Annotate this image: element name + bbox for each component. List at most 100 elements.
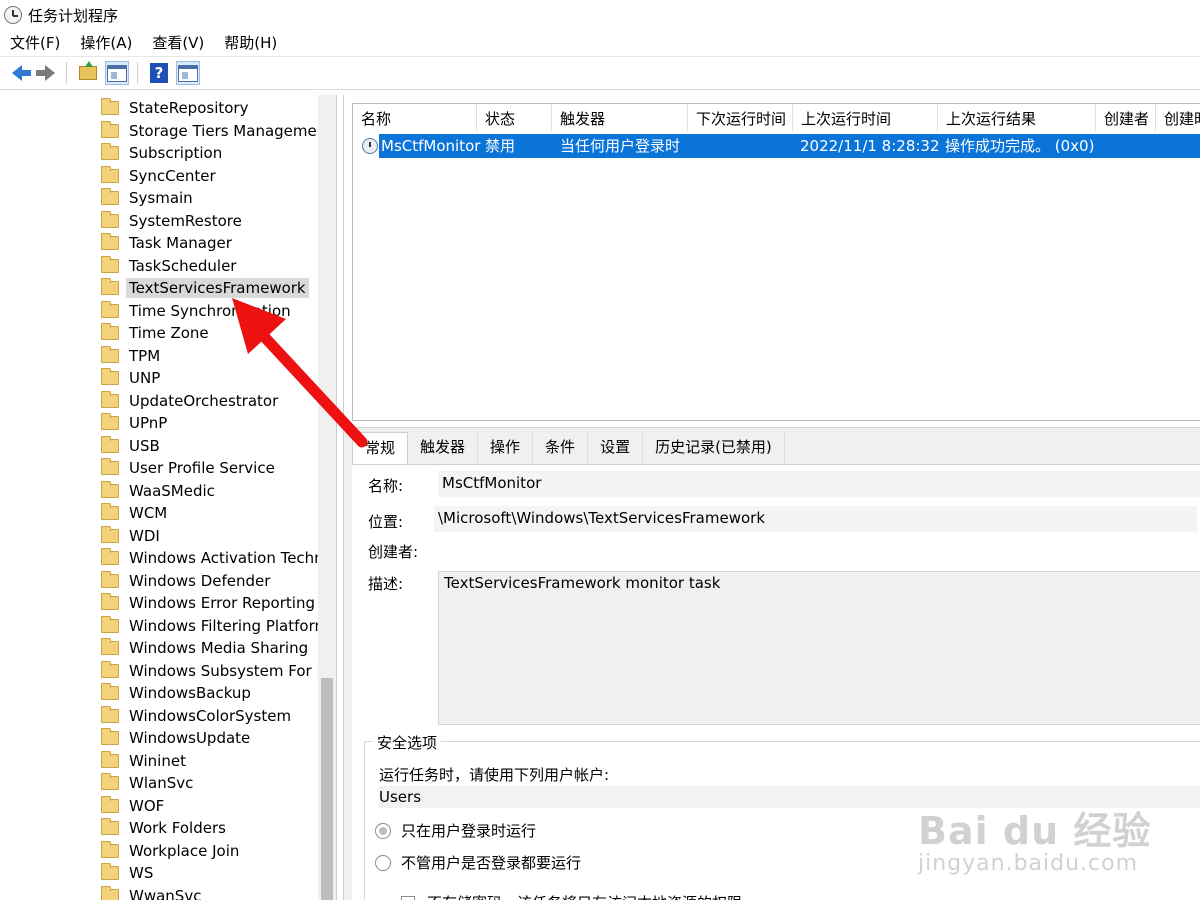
tree-item-folder[interactable]: Windows Subsystem For Linux xyxy=(98,660,318,682)
folder-icon xyxy=(101,593,119,610)
tree-item-folder[interactable]: Windows Defender xyxy=(98,570,273,592)
column-header-name[interactable]: 名称 xyxy=(353,104,477,132)
tab-triggers[interactable]: 触发器 xyxy=(408,432,479,464)
tree-item-label: Windows Media Sharing xyxy=(129,639,309,657)
radio-run-whether-logged-on[interactable]: 不管用户是否登录都要运行 xyxy=(375,852,581,873)
help-button[interactable]: ? xyxy=(147,61,171,85)
tab-settings[interactable]: 设置 xyxy=(588,432,644,464)
column-header-last-result[interactable]: 上次运行结果 xyxy=(938,104,1096,132)
tree-scrollbar-thumb[interactable] xyxy=(321,678,333,900)
tree-item-folder[interactable]: StateRepository xyxy=(98,97,251,119)
tree-item-folder[interactable]: UPnP xyxy=(98,412,170,434)
tree-item-folder[interactable]: Work Folders xyxy=(98,817,229,839)
column-header-status[interactable]: 状态 xyxy=(477,104,552,132)
author-field[interactable] xyxy=(438,536,1200,562)
tree-item-folder[interactable]: WindowsColorSystem xyxy=(98,705,294,727)
tree-item-folder[interactable]: Windows Activation Technologies xyxy=(98,547,318,569)
menu-help[interactable]: 帮助(H) xyxy=(214,30,287,57)
folder-icon xyxy=(101,660,119,678)
tree-item-folder[interactable]: USB xyxy=(98,435,163,457)
menu-action[interactable]: 操作(A) xyxy=(70,30,142,57)
tree-item-folder[interactable]: TextServicesFramework xyxy=(98,277,309,299)
tree-item-folder[interactable]: WindowsBackup xyxy=(98,682,254,704)
tab-actions[interactable]: 操作 xyxy=(478,432,534,464)
description-field[interactable]: TextServicesFramework monitor task xyxy=(438,571,1200,725)
tree-item-folder[interactable]: Windows Filtering Platform xyxy=(98,615,318,637)
back-button[interactable] xyxy=(5,61,31,85)
folder-icon xyxy=(101,638,119,655)
radio-button-checked[interactable] xyxy=(375,822,391,839)
menu-file[interactable]: 文件(F) xyxy=(0,30,70,57)
help-icon: ? xyxy=(150,63,168,83)
tree-item-folder[interactable]: Time Zone xyxy=(98,322,212,344)
radio-run-only-logged-on-label: 只在用户登录时运行 xyxy=(401,822,537,840)
tree-item-folder[interactable]: WDI xyxy=(98,525,163,547)
title-bar: 任务计划程序 xyxy=(0,0,1200,30)
show-hide-action-pane-button[interactable] xyxy=(176,61,200,85)
up-folder-button[interactable] xyxy=(76,61,100,85)
tree-item-folder[interactable]: SyncCenter xyxy=(98,165,219,187)
forward-button[interactable] xyxy=(34,61,58,85)
run-as-label: 运行任务时，请使用下列用户帐户: xyxy=(379,766,610,784)
folder-icon xyxy=(101,413,119,430)
radio-run-only-logged-on[interactable]: 只在用户登录时运行 xyxy=(375,820,536,841)
tree-item-folder[interactable]: Storage Tiers Management xyxy=(98,120,318,142)
table-row[interactable]: MsCtfMonitor 禁用 当任何用户登录时 2022/11/1 8:28:… xyxy=(379,134,1200,158)
tree-item-folder[interactable]: Windows Media Sharing xyxy=(98,637,311,659)
menu-view[interactable]: 查看(V) xyxy=(142,30,214,57)
folder-icon xyxy=(101,840,119,858)
tree-item-folder[interactable]: SystemRestore xyxy=(98,210,245,232)
column-header-trigger[interactable]: 触发器 xyxy=(552,104,688,132)
tree-item-label: Sysmain xyxy=(129,189,193,207)
radio-run-whether-logged-on-label: 不管用户是否登录都要运行 xyxy=(401,854,582,872)
tree-item-label: UNP xyxy=(129,369,161,387)
tree-item-folder[interactable]: Wininet xyxy=(98,750,189,772)
tree-item-folder[interactable]: WindowsUpdate xyxy=(98,727,253,749)
tab-history[interactable]: 历史记录(已禁用) xyxy=(643,432,785,464)
tree-item-folder[interactable]: WS xyxy=(98,862,156,884)
tree-item-label: User Profile Service xyxy=(129,459,275,477)
folder-tree: StateRepository Storage Tiers Management S… xyxy=(0,95,318,900)
column-header-author[interactable]: 创建者 xyxy=(1096,104,1156,132)
tree-item-folder[interactable]: UpdateOrchestrator xyxy=(98,390,281,412)
folder-icon xyxy=(101,390,119,408)
name-field[interactable]: MsCtfMonitor xyxy=(438,471,1200,497)
tree-item-label: Wininet xyxy=(129,751,186,770)
location-field[interactable]: \Microsoft\Windows\TextServicesFramework xyxy=(434,506,1197,532)
do-not-store-password-option[interactable]: 不存储密码。该任务将只有访问本地资源的权限 xyxy=(401,892,742,900)
tree-item-label: Time Synchronization xyxy=(129,301,291,320)
column-header-next-run[interactable]: 下次运行时间 xyxy=(688,104,793,132)
tab-general[interactable]: 常规 xyxy=(352,432,409,464)
tree-item-folder[interactable]: TaskScheduler xyxy=(98,255,239,277)
folder-icon xyxy=(101,188,119,205)
tree-item-folder[interactable]: TPM xyxy=(98,345,163,367)
tree-item-folder[interactable]: WlanSvc xyxy=(98,772,196,794)
tree-item-folder[interactable]: User Profile Service xyxy=(98,457,278,479)
task-scheduler-clock-icon xyxy=(4,6,22,24)
tab-conditions[interactable]: 条件 xyxy=(533,432,589,464)
show-hide-console-tree-button[interactable] xyxy=(105,61,129,85)
column-header-last-run[interactable]: 上次运行时间 xyxy=(793,104,938,132)
radio-button[interactable] xyxy=(375,854,391,871)
do-not-store-password-checkbox[interactable] xyxy=(401,895,415,900)
task-list: 名称 状态 触发器 下次运行时间 上次运行时间 上次运行结果 创建者 创建时 M… xyxy=(352,103,1200,421)
tree-item-folder[interactable]: Time Synchronization xyxy=(98,300,294,322)
tree-item-folder[interactable]: Windows Error Reporting xyxy=(98,592,318,614)
column-header-created[interactable]: 创建时 xyxy=(1156,104,1200,132)
tree-item-folder[interactable]: UNP xyxy=(98,367,163,389)
folder-icon xyxy=(101,210,119,228)
name-label: 名称: xyxy=(368,477,404,495)
location-label: 位置: xyxy=(368,513,404,531)
tree-item-folder[interactable]: WOF xyxy=(98,795,167,817)
tree-item-folder[interactable]: Workplace Join xyxy=(98,840,242,862)
tree-item-label: Subscription xyxy=(129,144,223,162)
tree-item-folder[interactable]: WwanSvc xyxy=(98,885,204,900)
tree-item-folder[interactable]: WCM xyxy=(98,502,170,524)
tree-item-folder[interactable]: Sysmain xyxy=(98,187,196,209)
console-tree-icon xyxy=(107,64,127,82)
tree-item-folder[interactable]: Task Manager xyxy=(98,232,235,254)
folder-icon xyxy=(101,773,119,790)
tree-item-label: Work Folders xyxy=(129,819,226,837)
tree-item-folder[interactable]: WaaSMedic xyxy=(98,480,218,502)
tree-item-folder[interactable]: Subscription xyxy=(98,142,225,164)
